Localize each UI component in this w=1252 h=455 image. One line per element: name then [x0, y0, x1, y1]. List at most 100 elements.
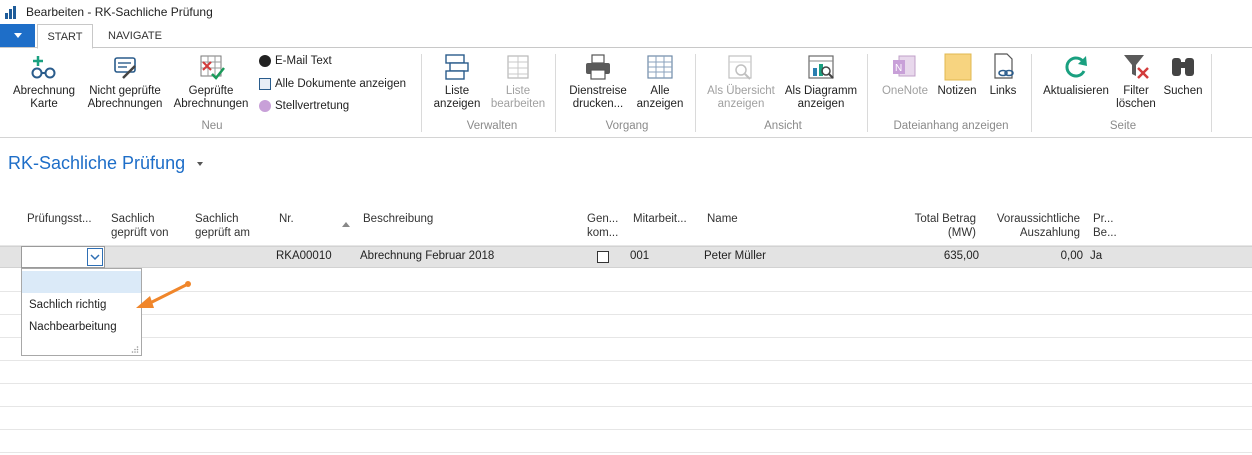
aktualisieren-button[interactable]: Aktualisieren — [1039, 52, 1113, 98]
col-header-sachlich-am[interactable]: Sachlich geprüft am — [195, 212, 250, 240]
email-text-button[interactable]: E-Mail Text — [259, 52, 332, 70]
gepruefte-button[interactable]: Geprüfte Abrechnungen — [170, 52, 252, 111]
als-diagramm-label-1: Als Diagramm — [784, 85, 858, 97]
group-separator — [1211, 54, 1212, 132]
window-title: Bearbeiten - RK-Sachliche Prüfung — [26, 5, 213, 19]
col-header-pruefungsstatus[interactable]: Prüfungsst... — [27, 212, 92, 226]
onenote-icon: N — [889, 52, 921, 82]
col-header-mitarbeiter[interactable]: Mitarbeit... — [633, 212, 687, 226]
file-menu-button[interactable] — [0, 24, 35, 47]
annotation-arrow-icon — [136, 281, 191, 308]
col-header-voraussichtliche[interactable]: Voraussichtliche Auszahlung — [984, 212, 1080, 240]
als-uebersicht-label-1: Als Übersicht — [707, 85, 775, 97]
alle-anzeigen-label-2: anzeigen — [636, 98, 684, 110]
col-header-total-betrag-line2: (MW) — [947, 227, 976, 239]
abrechnung-karte-label-1: Abrechnung — [12, 85, 76, 97]
dropdown-option-empty[interactable] — [22, 271, 141, 293]
app-logo-icon — [5, 5, 19, 19]
resize-grip-icon[interactable] — [131, 345, 139, 353]
cell-beschreibung[interactable]: Abrechnung Februar 2018 — [360, 250, 494, 262]
col-header-sachlich-von-line2: geprüft von — [111, 227, 169, 239]
dienstreise-drucken-button[interactable]: Dienstreise drucken... — [564, 52, 632, 111]
als-diagramm-button[interactable]: Als Diagramm anzeigen — [782, 52, 860, 111]
col-header-pr[interactable]: Pr... Be... — [1093, 212, 1117, 240]
cell-total-betrag[interactable]: 635,00 — [880, 250, 979, 262]
user-substitute-icon — [259, 100, 271, 112]
pruefungsstatus-select[interactable] — [21, 246, 105, 268]
sort-ascending-icon — [342, 222, 350, 227]
links-label: Links — [989, 85, 1017, 97]
dropdown-arrow-icon — [13, 33, 22, 38]
tab-navigate[interactable]: NAVIGATE — [98, 24, 172, 48]
notizen-button[interactable]: Notizen — [934, 52, 980, 98]
col-header-name[interactable]: Name — [707, 212, 738, 226]
tab-start[interactable]: START — [37, 24, 93, 49]
image-document-icon — [259, 78, 271, 90]
als-uebersicht-label-2: anzeigen — [717, 98, 765, 110]
gen-checkbox[interactable] — [597, 251, 609, 263]
email-text-label: E-Mail Text — [275, 55, 332, 67]
col-header-gen-line2: kom... — [587, 227, 619, 239]
chevron-down-icon — [90, 253, 100, 260]
suchen-button[interactable]: Suchen — [1160, 52, 1206, 98]
cell-nr[interactable]: RKA00010 — [276, 250, 332, 262]
col-header-gen[interactable]: Gen... kom... — [587, 212, 618, 240]
liste-bearbeiten-button[interactable]: Liste bearbeiten — [488, 52, 548, 111]
page-title-text: RK-Sachliche Prüfung — [8, 153, 186, 173]
cell-pr[interactable]: Ja — [1090, 250, 1102, 262]
cell-mitarbeiter[interactable]: 001 — [630, 250, 649, 262]
col-header-sachlich-von[interactable]: Sachlich geprüft von — [111, 212, 169, 240]
alle-anzeigen-button[interactable]: Alle anzeigen — [632, 52, 688, 111]
chart-icon — [805, 52, 837, 82]
alle-anzeigen-label-1: Alle — [650, 85, 670, 97]
als-uebersicht-button[interactable]: Als Übersicht anzeigen — [702, 52, 780, 111]
links-button[interactable]: Links — [982, 52, 1024, 98]
col-header-total-betrag[interactable]: Total Betrag (MW) — [880, 212, 976, 240]
grid-line — [0, 383, 1252, 384]
group-separator — [555, 54, 556, 132]
stellvertretung-button[interactable]: Stellvertretung — [259, 97, 349, 115]
printer-icon — [582, 52, 614, 82]
email-icon — [259, 55, 271, 67]
col-header-sachlich-am-line2: geprüft am — [195, 227, 250, 239]
cell-auszahlung[interactable]: 0,00 — [984, 250, 1083, 262]
liste-anzeigen-label-1: Liste — [444, 85, 470, 97]
col-header-voraussichtliche-line1: Voraussichtliche — [996, 213, 1080, 225]
nicht-gepruefte-button[interactable]: Nicht geprüfte Abrechnungen — [84, 52, 166, 111]
als-diagramm-label-2: anzeigen — [797, 98, 845, 110]
onenote-button[interactable]: N OneNote — [876, 52, 934, 98]
list-edit-icon — [502, 52, 534, 82]
group-label-seite: Seite — [1109, 120, 1137, 132]
group-label-ansicht: Ansicht — [764, 120, 802, 132]
abrechnung-karte-button[interactable]: Abrechnung Karte — [6, 52, 82, 111]
glasses-add-icon — [28, 52, 60, 82]
filter-loeschen-button[interactable]: Filter löschen — [1112, 52, 1160, 111]
suchen-label: Suchen — [1163, 85, 1203, 97]
clear-filter-icon — [1120, 52, 1152, 82]
cell-name[interactable]: Peter Müller — [704, 250, 766, 262]
edit-document-icon — [109, 52, 141, 82]
page-title[interactable]: RK-Sachliche Prüfung — [8, 153, 204, 174]
link-document-icon — [987, 52, 1019, 82]
pruefungsstatus-dropdown-list: Sachlich richtig Nachbearbeitung — [21, 268, 142, 356]
chevron-down-icon — [197, 161, 204, 166]
alle-dokumente-button[interactable]: Alle Dokumente anzeigen — [259, 75, 406, 93]
aktualisieren-label: Aktualisieren — [1043, 85, 1109, 97]
group-separator — [421, 54, 422, 132]
dropdown-toggle-button[interactable] — [87, 248, 103, 266]
grid-line — [0, 429, 1252, 430]
dropdown-option-nachbearbeitung[interactable]: Nachbearbeitung — [22, 316, 141, 338]
liste-bearbeiten-label-1: Liste — [505, 85, 531, 97]
grid-line — [0, 452, 1252, 453]
col-header-gen-line1: Gen... — [587, 213, 619, 225]
grid-line — [0, 406, 1252, 407]
dropdown-option-sachlich-richtig[interactable]: Sachlich richtig — [22, 294, 141, 316]
window-titlebar: Bearbeiten - RK-Sachliche Prüfung — [0, 0, 1252, 24]
col-header-voraussichtliche-line2: Auszahlung — [1019, 227, 1080, 239]
group-label-dateianhang: Dateianhang anzeigen — [893, 120, 1009, 132]
filter-loeschen-label-1: Filter — [1123, 85, 1149, 97]
col-header-nr[interactable]: Nr. — [279, 212, 294, 226]
col-header-beschreibung[interactable]: Beschreibung — [363, 212, 433, 226]
liste-anzeigen-button[interactable]: Liste anzeigen — [428, 52, 486, 111]
group-label-verwalten: Verwalten — [466, 120, 518, 132]
